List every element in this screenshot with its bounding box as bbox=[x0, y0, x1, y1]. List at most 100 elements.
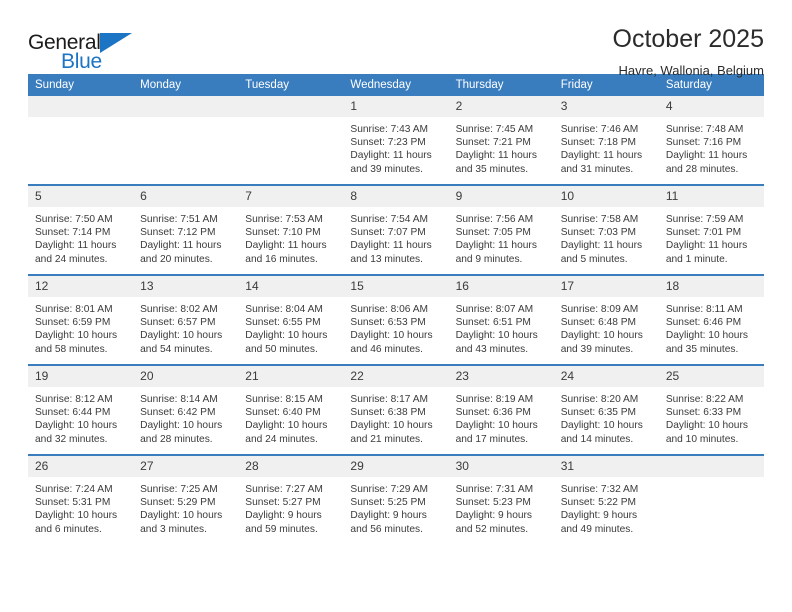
calendar-day-cell[interactable]: 8 Sunrise: 7:54 AM Sunset: 7:07 PM Daylight… bbox=[343, 184, 449, 275]
sunset-text: Sunset: 6:57 PM bbox=[140, 317, 216, 329]
daylight-text-line1: Daylight: 9 hours bbox=[245, 510, 322, 522]
daylight-text-line1: Daylight: 11 hours bbox=[560, 240, 643, 252]
calendar-day-cell[interactable]: 10 Sunrise: 7:58 AM Sunset: 7:03 PM Dayligh… bbox=[553, 184, 659, 275]
day-details: Sunrise: 8:01 AM Sunset: 6:59 PM Daylight:… bbox=[28, 297, 133, 356]
day-number bbox=[658, 456, 764, 477]
day-details: Sunrise: 7:27 AM Sunset: 5:27 PM Daylight:… bbox=[238, 477, 343, 536]
day-details: Sunrise: 8:11 AM Sunset: 6:46 PM Daylight:… bbox=[659, 297, 764, 356]
day-number: 14 bbox=[238, 276, 344, 297]
daylight-text-line2: and 43 minutes. bbox=[455, 343, 529, 355]
logo-text-blue: Blue bbox=[61, 50, 102, 73]
calendar-day-cell[interactable]: 6 Sunrise: 7:51 AM Sunset: 7:12 PM Daylight… bbox=[133, 184, 239, 275]
weekday-header-sunday: Sunday bbox=[28, 74, 134, 96]
day-number: 18 bbox=[658, 276, 764, 297]
calendar-day-cell[interactable]: 5 Sunrise: 7:50 AM Sunset: 7:14 PM Daylight… bbox=[28, 184, 134, 275]
calendar-day-cell[interactable]: 28 Sunrise: 7:27 AM Sunset: 5:27 PM Dayligh… bbox=[238, 454, 344, 544]
calendar-day-cell[interactable]: 4 Sunrise: 7:48 AM Sunset: 7:16 PM Daylight… bbox=[658, 96, 764, 185]
calendar-day-cell[interactable]: 7 Sunrise: 7:53 AM Sunset: 7:10 PM Daylight… bbox=[238, 184, 344, 275]
calendar-day-cell[interactable]: 27 Sunrise: 7:25 AM Sunset: 5:29 PM Dayligh… bbox=[133, 454, 239, 544]
calendar-day-cell[interactable]: 18 Sunrise: 8:11 AM Sunset: 6:46 PM Dayligh… bbox=[658, 274, 764, 365]
daylight-text-line1: Daylight: 11 hours bbox=[350, 150, 432, 162]
day-number: 6 bbox=[133, 186, 239, 207]
sunrise-text: Sunrise: 7:25 AM bbox=[140, 484, 218, 495]
sunrise-text: Sunrise: 8:09 AM bbox=[560, 304, 639, 315]
calendar-day-cell[interactable]: 11 Sunrise: 7:59 AM Sunset: 7:01 PM Dayligh… bbox=[658, 184, 764, 275]
daylight-text-line1: Daylight: 10 hours bbox=[140, 510, 223, 522]
sunset-text: Sunset: 6:36 PM bbox=[455, 407, 531, 419]
day-details: Sunrise: 7:48 AM Sunset: 7:16 PM Daylight:… bbox=[659, 117, 764, 176]
sunrise-text: Sunrise: 7:56 AM bbox=[455, 214, 534, 225]
calendar-table: Sunday Monday Tuesday Wednesday Thursday… bbox=[28, 74, 764, 544]
calendar-day-cell[interactable]: 12 Sunrise: 8:01 AM Sunset: 6:59 PM Dayligh… bbox=[28, 274, 134, 365]
calendar-day-cell[interactable]: 2 Sunrise: 7:45 AM Sunset: 7:21 PM Daylight… bbox=[448, 96, 554, 185]
calendar-day-cell[interactable]: 14 Sunrise: 8:04 AM Sunset: 6:55 PM Dayligh… bbox=[238, 274, 344, 365]
calendar-day-cell[interactable]: 21 Sunrise: 8:15 AM Sunset: 6:40 PM Dayligh… bbox=[238, 364, 344, 455]
calendar-day-cell[interactable]: 26 Sunrise: 7:24 AM Sunset: 5:31 PM Dayligh… bbox=[28, 454, 134, 544]
daylight-text-line2: and 32 minutes. bbox=[35, 433, 108, 445]
day-details: Sunrise: 7:54 AM Sunset: 7:07 PM Daylight:… bbox=[343, 207, 448, 266]
day-number: 30 bbox=[448, 456, 554, 477]
calendar-day-cell[interactable]: 30 Sunrise: 7:31 AM Sunset: 5:23 PM Dayligh… bbox=[448, 454, 554, 544]
calendar-day-cell[interactable]: 22 Sunrise: 8:17 AM Sunset: 6:38 PM Dayligh… bbox=[343, 364, 449, 455]
daylight-text-line2: and 24 minutes. bbox=[245, 433, 318, 445]
daylight-text-line2: and 35 minutes. bbox=[455, 163, 529, 175]
sunrise-text: Sunrise: 7:48 AM bbox=[665, 124, 744, 135]
calendar-week-row: 5 Sunrise: 7:50 AM Sunset: 7:14 PM Daylight… bbox=[28, 184, 764, 275]
sunset-text: Sunset: 6:38 PM bbox=[350, 407, 426, 419]
calendar-day-cell[interactable]: 13 Sunrise: 8:02 AM Sunset: 6:57 PM Dayligh… bbox=[133, 274, 239, 365]
calendar-day-cell[interactable]: 9 Sunrise: 7:56 AM Sunset: 7:05 PM Daylight… bbox=[448, 184, 554, 275]
calendar-week-row: 1 Sunrise: 7:43 AM Sunset: 7:23 PM Daylight… bbox=[28, 96, 764, 185]
sunset-text: Sunset: 7:03 PM bbox=[560, 227, 637, 239]
calendar-day-cell[interactable]: 15 Sunrise: 8:06 AM Sunset: 6:53 PM Dayligh… bbox=[343, 274, 449, 365]
weekday-header-thursday: Thursday bbox=[448, 74, 554, 96]
daylight-text-line1: Daylight: 10 hours bbox=[245, 420, 328, 432]
calendar-day-cell[interactable]: 24 Sunrise: 8:20 AM Sunset: 6:35 PM Dayligh… bbox=[553, 364, 659, 455]
day-details: Sunrise: 8:02 AM Sunset: 6:57 PM Daylight:… bbox=[133, 297, 238, 356]
sunrise-text: Sunrise: 8:04 AM bbox=[245, 304, 323, 315]
day-number: 27 bbox=[133, 456, 239, 477]
daylight-text-line2: and 1 minute. bbox=[665, 253, 728, 265]
sunrise-text: Sunrise: 7:46 AM bbox=[560, 124, 639, 135]
calendar-day-cell[interactable]: 29 Sunrise: 7:29 AM Sunset: 5:25 PM Dayligh… bbox=[343, 454, 449, 544]
sunset-text: Sunset: 5:22 PM bbox=[560, 497, 637, 509]
calendar-day-cell[interactable]: 3 Sunrise: 7:46 AM Sunset: 7:18 PM Daylight… bbox=[553, 96, 659, 185]
calendar-day-cell[interactable]: 25 Sunrise: 8:22 AM Sunset: 6:33 PM Dayligh… bbox=[658, 364, 764, 455]
sunset-text: Sunset: 5:31 PM bbox=[35, 497, 111, 509]
daylight-text-line1: Daylight: 10 hours bbox=[350, 330, 433, 342]
calendar-day-cell[interactable]: 17 Sunrise: 8:09 AM Sunset: 6:48 PM Dayligh… bbox=[553, 274, 659, 365]
calendar-week-row: 12 Sunrise: 8:01 AM Sunset: 6:59 PM Dayligh… bbox=[28, 274, 764, 365]
day-number: 23 bbox=[448, 366, 554, 387]
sunrise-text: Sunrise: 7:27 AM bbox=[245, 484, 323, 495]
sunset-text: Sunset: 7:10 PM bbox=[245, 227, 321, 239]
day-number: 7 bbox=[238, 186, 344, 207]
day-details: Sunrise: 7:43 AM Sunset: 7:23 PM Daylight:… bbox=[343, 117, 448, 176]
day-number: 16 bbox=[448, 276, 554, 297]
day-number: 29 bbox=[343, 456, 449, 477]
daylight-text-line1: Daylight: 11 hours bbox=[665, 240, 748, 252]
sunset-text: Sunset: 6:33 PM bbox=[665, 407, 742, 419]
daylight-text-line2: and 28 minutes. bbox=[140, 433, 213, 445]
daylight-text-line1: Daylight: 10 hours bbox=[350, 420, 433, 432]
day-details: Sunrise: 8:15 AM Sunset: 6:40 PM Daylight:… bbox=[238, 387, 343, 446]
calendar-day-cell[interactable]: 16 Sunrise: 8:07 AM Sunset: 6:51 PM Dayligh… bbox=[448, 274, 554, 365]
calendar-body: 1 Sunrise: 7:43 AM Sunset: 7:23 PM Daylight… bbox=[28, 96, 764, 544]
day-details: Sunrise: 7:50 AM Sunset: 7:14 PM Daylight:… bbox=[28, 207, 133, 266]
daylight-text-line2: and 54 minutes. bbox=[140, 343, 213, 355]
daylight-text-line1: Daylight: 10 hours bbox=[560, 330, 643, 342]
daylight-text-line1: Daylight: 9 hours bbox=[350, 510, 427, 522]
general-blue-logo[interactable]: General Blue bbox=[28, 26, 148, 74]
calendar-day-cell[interactable]: 31 Sunrise: 7:32 AM Sunset: 5:22 PM Dayligh… bbox=[553, 454, 659, 544]
sunset-text: Sunset: 5:29 PM bbox=[140, 497, 216, 509]
sunrise-text: Sunrise: 8:06 AM bbox=[350, 304, 429, 315]
daylight-text-line2: and 24 minutes. bbox=[35, 253, 108, 265]
daylight-text-line1: Daylight: 11 hours bbox=[665, 150, 748, 162]
daylight-text-line1: Daylight: 10 hours bbox=[140, 330, 223, 342]
day-details: Sunrise: 8:07 AM Sunset: 6:51 PM Daylight:… bbox=[449, 297, 554, 356]
sunset-text: Sunset: 6:53 PM bbox=[350, 317, 426, 329]
day-number: 20 bbox=[133, 366, 239, 387]
calendar-day-cell[interactable]: 19 Sunrise: 8:12 AM Sunset: 6:44 PM Dayligh… bbox=[28, 364, 134, 455]
calendar-day-cell[interactable]: 23 Sunrise: 8:19 AM Sunset: 6:36 PM Dayligh… bbox=[448, 364, 554, 455]
daylight-text-line2: and 28 minutes. bbox=[665, 163, 739, 175]
calendar-day-cell[interactable]: 1 Sunrise: 7:43 AM Sunset: 7:23 PM Daylight… bbox=[343, 96, 449, 185]
calendar-day-cell[interactable]: 20 Sunrise: 8:14 AM Sunset: 6:42 PM Dayligh… bbox=[133, 364, 239, 455]
